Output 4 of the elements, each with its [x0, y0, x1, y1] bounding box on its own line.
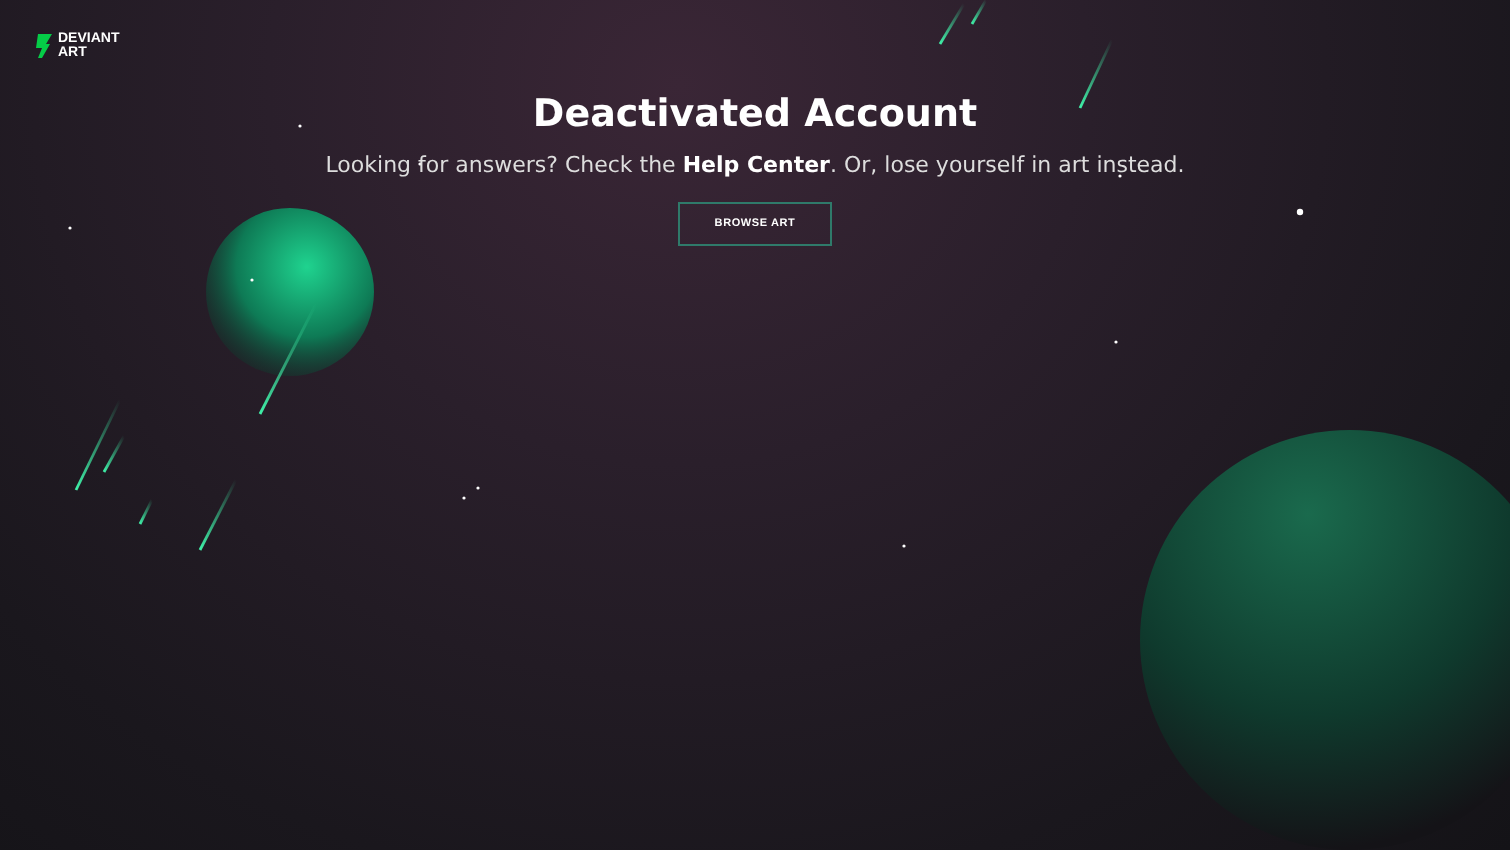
logo-icon: [36, 34, 52, 58]
help-center-link[interactable]: Help Center: [682, 152, 830, 178]
page-title: Deactivated Account: [532, 92, 978, 136]
message-text: Looking for answers? Check the Help Center. Or, lose yourself in art instead.: [325, 152, 1185, 178]
